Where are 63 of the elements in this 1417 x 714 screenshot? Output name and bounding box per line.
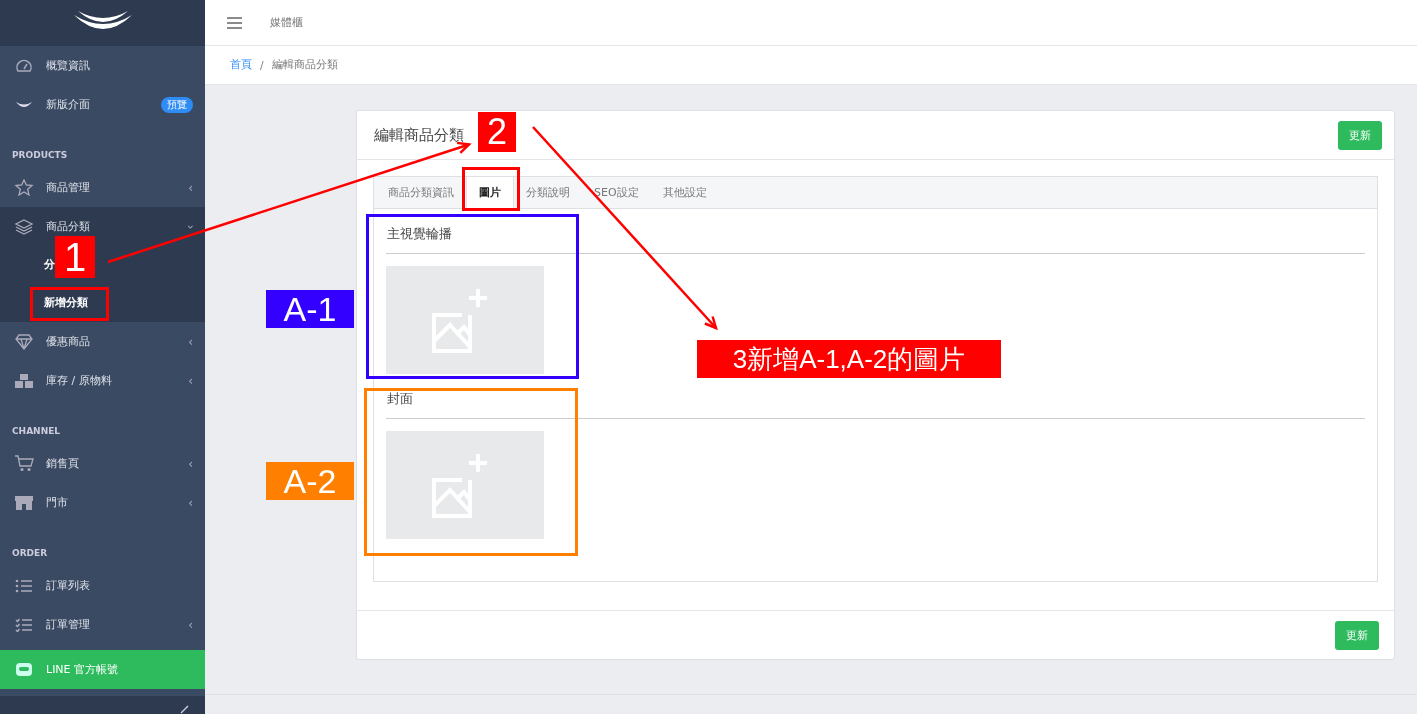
tab[interactable]: 圖片 [466,177,514,208]
tab[interactable]: SEO設定 [582,177,651,208]
tab[interactable]: 商品分類資訊 [376,177,466,208]
caret-icon: ‹ [188,617,193,632]
chat-icon [14,661,34,678]
menu-item[interactable]: 優惠商品 ‹ [0,322,205,361]
caret-icon: ‹ [188,334,193,349]
diamond-icon [14,333,34,350]
section-title: 主視覺輪播 [386,225,1365,254]
section-heading: ORDER [11,547,49,560]
logo-icon [14,99,34,110]
annotation-label: 2 [478,112,516,152]
section-heading: CHANNEL [11,425,62,438]
caret-icon: ‹ [188,373,193,388]
caret-icon: ‹ [188,180,193,195]
collapse-icon [179,704,189,714]
card-title: 編輯商品分類 [374,125,464,145]
menu-label: 訂單列表 [46,578,91,593]
tab[interactable]: 分類說明 [514,177,582,208]
annotation-label: A-2 [266,462,354,500]
star-icon [14,179,34,196]
menu-item[interactable]: 新版介面 預覽 [0,85,205,124]
menu-label: LINE 官方帳號 [46,662,120,677]
menu-item[interactable]: 銷售頁 ‹ [0,444,205,483]
tab[interactable]: 其他設定 [650,177,719,208]
menu-item[interactable]: 訂單列表 [0,566,205,605]
menu-label: 商品分類 [46,219,91,234]
caret-icon: ‹ [188,456,193,471]
menu-item[interactable]: 概覽資訊 [0,46,205,85]
menu-label: 訂單管理 [46,617,91,632]
menu-label: 商品管理 [46,180,91,195]
caret-icon: ‹ [188,495,193,510]
breadcrumb-current: 編輯商品分類 [271,58,338,72]
boxes-icon [14,372,34,389]
list-icon [14,578,34,593]
menu-label: 庫存 / 原物料 [46,373,113,388]
dashboard-icon [14,58,34,73]
badge: 預覽 [161,96,193,113]
menu-icon [227,16,242,29]
annotation-label: 3新增A-1,A-2的圖片 [697,340,1001,378]
menu-label: 銷售頁 [46,456,80,471]
breadcrumb-link[interactable]: 首頁 [230,58,252,72]
annotation-label: A-1 [266,290,354,328]
section-title: 封面 [386,390,1365,419]
menu-item[interactable]: 門市 ‹ [0,483,205,522]
menu-item[interactable]: 訂單管理 ‹ [0,605,205,644]
menu-item[interactable]: 庫存 / 原物料 ‹ [0,361,205,400]
breadcrumb-separator: / [260,59,264,71]
section-heading: PRODUCTS [11,149,69,162]
store-icon [14,494,34,511]
caret-icon: ‹ [183,224,198,229]
menu-label: 概覽資訊 [46,58,91,73]
layers-icon [14,218,34,235]
page-title: 媒體櫃 [270,15,303,30]
annotation-label: 1 [55,236,95,278]
menu-label: 新版介面 [46,97,91,112]
menu-item[interactable]: 商品管理 ‹ [0,168,205,207]
menu-label: 優惠商品 [46,334,91,349]
cart-icon [14,455,34,472]
menu-label: 門市 [46,495,69,510]
submenu-item[interactable]: 新增分類 [44,284,88,322]
checklist-icon [14,617,34,632]
submenu-item[interactable]: 分 [44,246,55,284]
